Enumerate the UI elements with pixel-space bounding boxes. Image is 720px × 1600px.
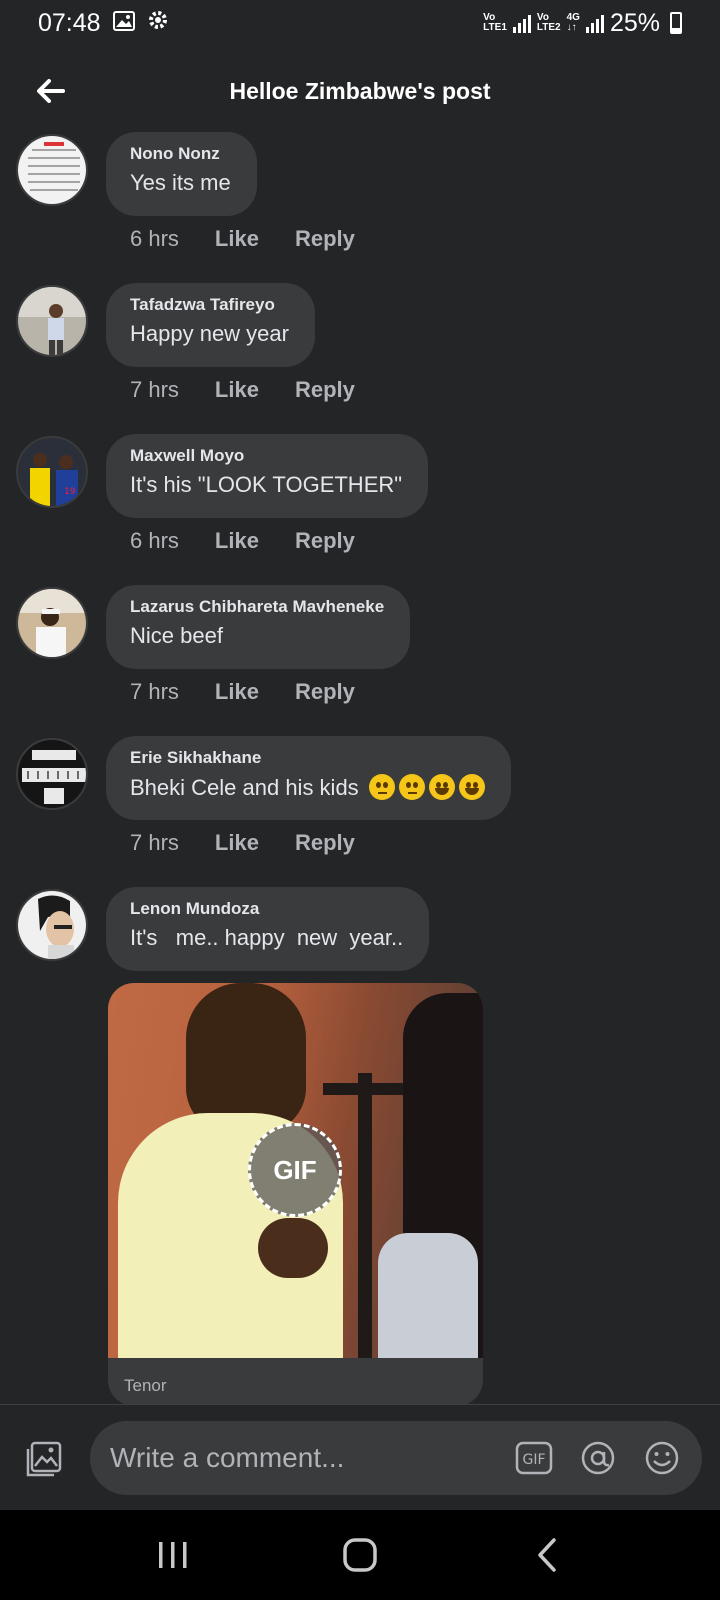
network-type: 4G ↓↑ <box>566 12 580 33</box>
comment-item: Lazarus Chibhareta Mavheneke Nice beef 7… <box>0 585 720 736</box>
comment-meta: 6 hrs Like Reply <box>130 226 355 252</box>
comment-item: Tafadzwa Tafireyo Happy new year 7 hrs L… <box>0 283 720 434</box>
mention-button[interactable] <box>578 1438 618 1478</box>
reply-button[interactable]: Reply <box>295 528 355 554</box>
grinning-face-icon <box>458 774 485 800</box>
avatar[interactable] <box>16 134 88 206</box>
comment-bubble[interactable]: Nono Nonz Yes its me <box>106 132 257 216</box>
like-button[interactable]: Like <box>215 679 259 705</box>
gif-attachment[interactable]: GIF Tenor <box>108 983 483 1406</box>
grinning-face-icon <box>428 774 455 800</box>
comment-meta: 6 hrs Like Reply <box>130 528 355 554</box>
recent-apps-icon <box>159 1542 187 1568</box>
emoji-button[interactable] <box>642 1438 682 1478</box>
comment-bubble[interactable]: Tafadzwa Tafireyo Happy new year <box>106 283 315 367</box>
status-time: 07:48 <box>38 8 101 37</box>
gallery-notification-icon <box>112 9 135 38</box>
reply-button[interactable]: Reply <box>295 226 355 252</box>
comment-list: Nono Nonz Yes its me 6 hrs Like Reply Ta… <box>0 132 720 1038</box>
settings-notification-icon <box>147 9 169 38</box>
svg-text:GIF: GIF <box>522 1452 545 1468</box>
comment-bubble[interactable]: Maxwell Moyo It's his "LOOK TOGETHER" <box>106 434 429 518</box>
comment-item: 19 Maxwell Moyo It's his "LOOK TOGETHER"… <box>0 434 720 585</box>
gif-image-detail <box>258 1218 328 1278</box>
reply-button[interactable]: Reply <box>295 679 355 705</box>
comment-author[interactable]: Tafadzwa Tafireyo <box>130 295 289 315</box>
comment-bubble[interactable]: Lenon Mundoza It's me.. happy new year.. <box>106 887 430 971</box>
face-with-rolling-eyes-icon <box>368 774 395 800</box>
at-sign-icon <box>581 1441 615 1475</box>
comment-meta: 7 hrs Like Reply <box>130 377 355 403</box>
avatar[interactable] <box>16 889 88 961</box>
comment-time: 7 hrs <box>130 830 179 855</box>
comment-author[interactable]: Lazarus Chibhareta Mavheneke <box>130 597 384 617</box>
comment-author[interactable]: Nono Nonz <box>130 144 231 164</box>
battery-icon <box>670 12 682 34</box>
gif-icon: GIF <box>515 1441 553 1475</box>
comment-item: Nono Nonz Yes its me 6 hrs Like Reply <box>0 132 720 283</box>
like-button[interactable]: Like <box>215 226 259 252</box>
back-button[interactable] <box>28 68 74 114</box>
comment-meta: 7 hrs Like Reply <box>130 830 355 856</box>
comment-input[interactable] <box>110 1442 490 1474</box>
avatar[interactable] <box>16 738 88 810</box>
avatar[interactable]: 19 <box>16 436 88 508</box>
gif-image-detail <box>358 1073 372 1358</box>
battery-percent: 25% <box>609 8 660 37</box>
smiley-icon <box>645 1441 679 1475</box>
back-nav-button[interactable] <box>517 1525 577 1585</box>
comment-author[interactable]: Lenon Mundoza <box>130 899 403 919</box>
comment-bubble[interactable]: Erie Sikhakhane Bheki Cele and his kids <box>106 736 511 820</box>
avatar[interactable] <box>16 285 88 357</box>
face-with-rolling-eyes-icon <box>398 774 425 800</box>
gif-button[interactable]: GIF <box>514 1438 554 1478</box>
system-navigation-bar <box>0 1510 720 1600</box>
comment-field[interactable]: GIF <box>90 1421 702 1495</box>
comment-text: Nice beef <box>130 623 223 648</box>
comment-bubble[interactable]: Lazarus Chibhareta Mavheneke Nice beef <box>106 585 411 669</box>
reply-button[interactable]: Reply <box>295 377 355 403</box>
comment-composer: GIF <box>0 1404 720 1510</box>
signal-strength-1-icon <box>512 13 531 33</box>
like-button[interactable]: Like <box>215 377 259 403</box>
comment-time: 6 hrs <box>130 528 179 553</box>
comment-item: Erie Sikhakhane Bheki Cele and his kids … <box>0 736 720 887</box>
comment-text: Yes its me <box>130 170 231 195</box>
status-bar: 07:48 Vo LTE1 Vo LTE2 4G ↓↑ 25% <box>0 0 720 46</box>
gif-play-badge[interactable]: GIF <box>248 1123 342 1217</box>
post-header: Helloe Zimbabwe's post <box>0 56 720 126</box>
reply-button[interactable]: Reply <box>295 830 355 856</box>
like-button[interactable]: Like <box>215 830 259 856</box>
comment-time: 7 hrs <box>130 679 179 704</box>
gif-image-detail <box>378 1233 478 1358</box>
like-button[interactable]: Like <box>215 528 259 554</box>
chevron-left-icon <box>537 1538 556 1572</box>
signal-strength-2-icon <box>585 13 604 33</box>
comment-time: 7 hrs <box>130 377 179 402</box>
home-icon <box>343 1538 377 1572</box>
comment-time: 6 hrs <box>130 226 179 251</box>
photo-icon <box>26 1441 62 1477</box>
comment-text: It's his "LOOK TOGETHER" <box>130 472 403 497</box>
avatar[interactable] <box>16 587 88 659</box>
arrow-left-icon <box>37 79 65 103</box>
gif-image[interactable]: GIF <box>108 983 483 1358</box>
photo-attach-button[interactable] <box>24 1439 64 1479</box>
comment-author[interactable]: Maxwell Moyo <box>130 446 402 466</box>
home-button[interactable] <box>330 1525 390 1585</box>
sim2-indicator: Vo LTE2 <box>536 12 561 33</box>
comment-text: Happy new year <box>130 321 289 346</box>
comment-text: It's me.. happy new year.. <box>130 925 404 950</box>
gif-image-detail <box>186 983 306 1133</box>
sim1-indicator: Vo LTE1 <box>483 12 507 33</box>
comment-text: Bheki Cele and his kids <box>130 774 485 801</box>
gif-source-label[interactable]: Tenor <box>124 1376 167 1396</box>
recent-apps-button[interactable] <box>143 1525 203 1585</box>
comment-author[interactable]: Erie Sikhakhane <box>130 748 485 768</box>
svg-text:19: 19 <box>64 487 76 497</box>
page-title: Helloe Zimbabwe's post <box>229 77 491 104</box>
comment-meta: 7 hrs Like Reply <box>130 679 355 705</box>
